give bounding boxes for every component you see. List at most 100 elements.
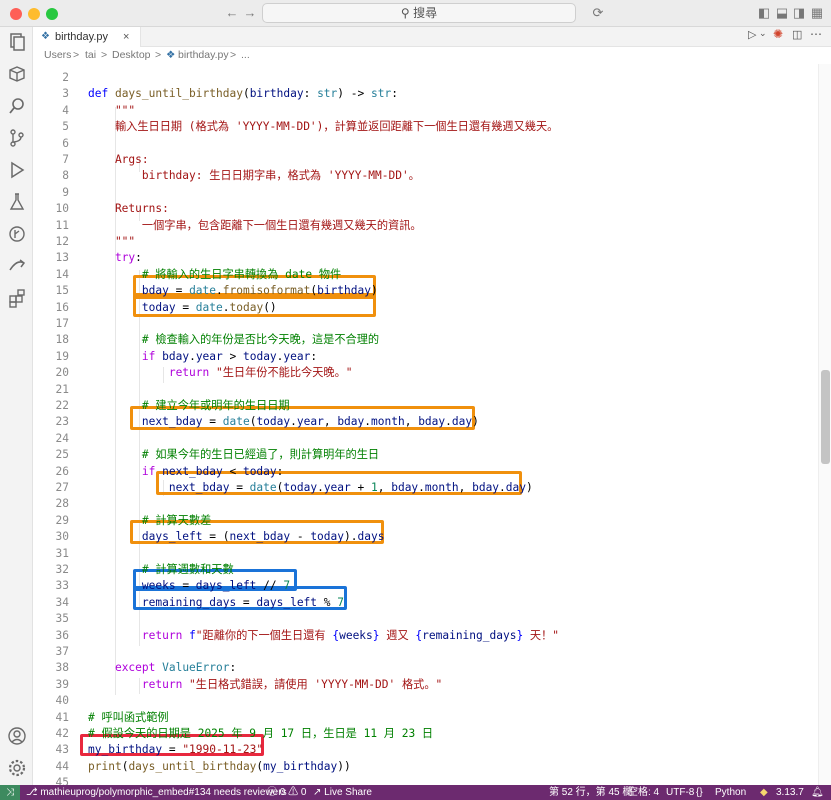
breadcrumb-more[interactable]: ...: [241, 47, 250, 64]
live-share-item[interactable]: ↗ Live Share: [313, 785, 372, 800]
scrollbar-thumb[interactable]: [821, 370, 830, 464]
copilot-sparkle-icon[interactable]: ✺: [773, 27, 783, 41]
settings-gear-icon[interactable]: [6, 757, 28, 779]
code-token: year: [323, 481, 351, 494]
more-actions-icon[interactable]: ⋯: [810, 27, 822, 41]
cursor-position[interactable]: 第 52 行，第 45 欄: [549, 785, 632, 800]
account-icon[interactable]: [6, 725, 28, 747]
extensions-icon[interactable]: [6, 287, 28, 309]
remote-explorer-icon[interactable]: [6, 255, 28, 277]
code-line[interactable]: 31: [33, 546, 818, 562]
code-text: print(days_until_birthday(my_birthday)): [88, 759, 351, 775]
command-center-search[interactable]: ⚲ 搜尋: [262, 3, 576, 23]
toggle-sidebar-icon[interactable]: ◧: [757, 3, 771, 23]
copilot-icon[interactable]: ⟳: [588, 3, 608, 23]
python-version[interactable]: 3.13.7: [776, 785, 804, 800]
code-line[interactable]: 23 next_bday = date(today.year, bday.mon…: [33, 414, 818, 430]
code-line[interactable]: 16 today = date.today(): [33, 300, 818, 316]
code-line[interactable]: 30 days_left = (next_bday - today).days: [33, 529, 818, 545]
encoding[interactable]: UTF-8: [666, 785, 694, 800]
breadcrumb-desktop[interactable]: Desktop: [112, 47, 151, 64]
run-debug-icon[interactable]: [6, 159, 28, 181]
code-line[interactable]: 11 一個字串，包含距離下一個生日還有幾週又幾天的資訊。: [33, 218, 818, 234]
code-line[interactable]: 28: [33, 496, 818, 512]
close-window-button[interactable]: [10, 8, 22, 20]
code-line[interactable]: 32 # 計算週數和天數: [33, 562, 818, 578]
code-line[interactable]: 29 # 計算天數差: [33, 513, 818, 529]
code-line[interactable]: 33 weeks = days_left // 7: [33, 578, 818, 594]
zoom-window-button[interactable]: [46, 8, 58, 20]
customize-layout-icon[interactable]: ▦: [810, 3, 824, 23]
code-text: Args:: [88, 152, 149, 168]
code-line[interactable]: 19 if bday.year > today.year:: [33, 349, 818, 365]
source-control-icon[interactable]: [6, 127, 28, 149]
forward-arrow-icon[interactable]: →: [242, 3, 258, 23]
search-icon[interactable]: [6, 95, 28, 117]
code-line[interactable]: 13 try:: [33, 250, 818, 266]
code-line[interactable]: 5 輸入生日日期 (格式為 'YYYY-MM-DD')，計算並返回距離下一個生日…: [33, 119, 818, 135]
problems-item[interactable]: ⓧ 0 ⚠ 0: [267, 785, 306, 800]
code-line[interactable]: 9: [33, 185, 818, 201]
close-tab-icon[interactable]: ×: [123, 27, 129, 47]
code-line[interactable]: 2: [33, 70, 818, 86]
explorer-icon[interactable]: [6, 31, 28, 53]
breadcrumb-users[interactable]: Users: [44, 47, 71, 64]
code-line[interactable]: 7 Args:: [33, 152, 818, 168]
code-line[interactable]: 21: [33, 382, 818, 398]
code-line[interactable]: 38 except ValueError:: [33, 660, 818, 676]
code-line[interactable]: 36 return f"距離你的下一個生日還有 {weeks} 週又 {rema…: [33, 628, 818, 644]
breadcrumb-user[interactable]: tai: [85, 47, 96, 64]
code-line[interactable]: 42 # 假設今天的日期是 2025 年 9 月 17 日，生日是 11 月 23…: [33, 726, 818, 742]
code-line[interactable]: 12 """: [33, 234, 818, 250]
code-line[interactable]: 3 def days_until_birthday(birthday: str) …: [33, 86, 818, 102]
breadcrumb-file[interactable]: birthday.py: [178, 47, 229, 64]
code-line[interactable]: 45: [33, 775, 818, 785]
code-line[interactable]: 40: [33, 693, 818, 709]
code-line[interactable]: 39 return "生日格式錯誤，請使用 'YYYY-MM-DD' 格式。": [33, 677, 818, 693]
code-line[interactable]: 18 # 檢查輸入的年份是否比今天晚，這是不合理的: [33, 332, 818, 348]
extensions-box-icon[interactable]: [6, 63, 28, 85]
code-line[interactable]: 41 # 呼叫函式範例: [33, 710, 818, 726]
toggle-secondary-sidebar-icon[interactable]: ◨: [792, 3, 806, 23]
code-line[interactable]: 20 return "生日年份不能比今天晚。": [33, 365, 818, 381]
code-line[interactable]: 17: [33, 316, 818, 332]
code-line[interactable]: 44 print(days_until_birthday(my_birthday)…: [33, 759, 818, 775]
code-line[interactable]: 14 # 將輸入的生日字串轉換為 date 物件: [33, 267, 818, 283]
code-line[interactable]: 35: [33, 611, 818, 627]
code-token: date: [195, 300, 223, 314]
code-line[interactable]: 8 birthday: 生日日期字串，格式為 'YYYY-MM-DD'。: [33, 168, 818, 184]
language-braces[interactable]: {}: [696, 785, 703, 800]
branch-item[interactable]: ⎇ mathieuprog/polymorphic_embed#134 need…: [26, 785, 287, 800]
back-arrow-icon[interactable]: ←: [224, 3, 240, 23]
minimize-window-button[interactable]: [28, 8, 40, 20]
code-line[interactable]: 25 # 如果今年的生日已經過了，則計算明年的生日: [33, 447, 818, 463]
editor-scrollbar[interactable]: [818, 64, 831, 785]
code-line[interactable]: 24: [33, 431, 818, 447]
split-editor-icon[interactable]: ◫: [792, 28, 802, 41]
run-dropdown-chevron-icon[interactable]: ⌄: [759, 28, 767, 39]
code-line[interactable]: 4 """: [33, 103, 818, 119]
code-line[interactable]: 43 my_birthday = "1990-11-23": [33, 742, 818, 758]
testing-flask-icon[interactable]: [6, 191, 28, 213]
git-graph-icon[interactable]: [6, 223, 28, 245]
tab-birthday-py[interactable]: ❖ birthday.py ×: [33, 27, 141, 48]
code-text: birthday: 生日日期字串，格式為 'YYYY-MM-DD'。: [88, 168, 420, 184]
code-line[interactable]: 22 # 建立今年或明年的生日日期: [33, 398, 818, 414]
code-line[interactable]: 34 remaining_days = days_left % 7: [33, 595, 818, 611]
code-line[interactable]: 10 Returns:: [33, 201, 818, 217]
toggle-panel-icon[interactable]: ⬓: [775, 3, 789, 23]
code-line[interactable]: 15 bday = date.fromisoformat(birthday): [33, 283, 818, 299]
code-line[interactable]: 27 next_bday = date(today.year + 1, bday…: [33, 480, 818, 496]
notifications-bell-icon[interactable]: 🔔︎: [811, 785, 824, 800]
code-line[interactable]: 26 if next_bday < today:: [33, 464, 818, 480]
language-mode[interactable]: Python: [715, 785, 746, 800]
code-token: next_bday: [141, 415, 203, 429]
code-line[interactable]: 6: [33, 136, 818, 152]
remote-indicator-icon[interactable]: ⤨: [0, 785, 20, 800]
code-line[interactable]: 37: [33, 644, 818, 660]
code-editor[interactable]: 2 3 def days_until_birthday(birthday: str)…: [33, 64, 818, 785]
run-python-icon[interactable]: ▷: [748, 28, 756, 41]
indentation[interactable]: 空格: 4: [628, 785, 659, 800]
line-number: 39: [55, 677, 69, 691]
code-token: next_bday: [162, 464, 223, 478]
